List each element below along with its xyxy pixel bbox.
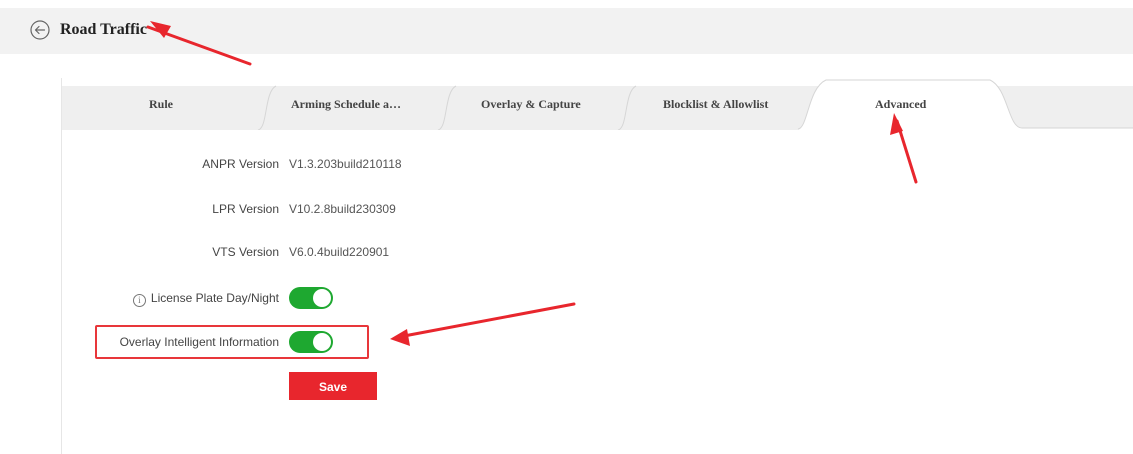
tab-rule[interactable]: Rule bbox=[149, 97, 173, 111]
back-arrow-circle-icon[interactable] bbox=[30, 20, 50, 40]
tab-advanced[interactable]: Advanced bbox=[875, 97, 926, 111]
anpr-version-value: V1.3.203build210118 bbox=[289, 157, 402, 171]
lpr-version-row: LPR Version V10.2.8build230309 bbox=[0, 197, 600, 221]
license-plate-day-night-toggle[interactable] bbox=[289, 287, 333, 309]
content-left-border bbox=[61, 78, 62, 454]
vts-version-label: VTS Version bbox=[212, 245, 279, 259]
license-plate-day-night-label: License Plate Day/Night bbox=[150, 291, 279, 305]
toggle-knob bbox=[313, 289, 331, 307]
annotation-highlight-box bbox=[95, 325, 369, 359]
vts-version-value: V6.0.4build220901 bbox=[289, 245, 390, 259]
page-title: Road Traffic bbox=[60, 21, 147, 38]
tab-overlay-capture[interactable]: Overlay & Capture bbox=[481, 97, 581, 111]
page-header: Road Traffic bbox=[0, 8, 1133, 54]
tab-blocklist-allowlist[interactable]: Blocklist & Allowlist bbox=[663, 97, 768, 111]
license-plate-day-night-label-wrap: i License Plate Day/Night bbox=[132, 286, 279, 310]
tab-bar: Rule Arming Schedule a… Overlay & Captur… bbox=[62, 78, 1133, 130]
tab-bar-background bbox=[62, 78, 1133, 130]
lpr-version-label: LPR Version bbox=[212, 202, 279, 216]
anpr-version-row: ANPR Version V1.3.203build210118 bbox=[0, 152, 600, 176]
page: Road Traffic Rule Arming Schedule a… Ove… bbox=[0, 0, 1133, 454]
lpr-version-value: V10.2.8build230309 bbox=[289, 202, 396, 216]
tab-arming-schedule[interactable]: Arming Schedule a… bbox=[291, 97, 401, 111]
license-plate-day-night-row: i License Plate Day/Night bbox=[0, 286, 600, 310]
lpr-version-label-col: LPR Version bbox=[62, 197, 279, 221]
anpr-version-label-col: ANPR Version bbox=[62, 152, 279, 176]
annotation-arrows bbox=[146, 21, 918, 346]
vts-version-row: VTS Version V6.0.4build220901 bbox=[0, 240, 600, 264]
vts-version-label-col: VTS Version bbox=[62, 240, 279, 264]
info-icon[interactable]: i bbox=[132, 294, 146, 307]
license-plate-label-col: i License Plate Day/Night bbox=[62, 286, 279, 310]
save-button[interactable]: Save bbox=[289, 372, 377, 400]
anpr-version-label: ANPR Version bbox=[202, 157, 279, 171]
